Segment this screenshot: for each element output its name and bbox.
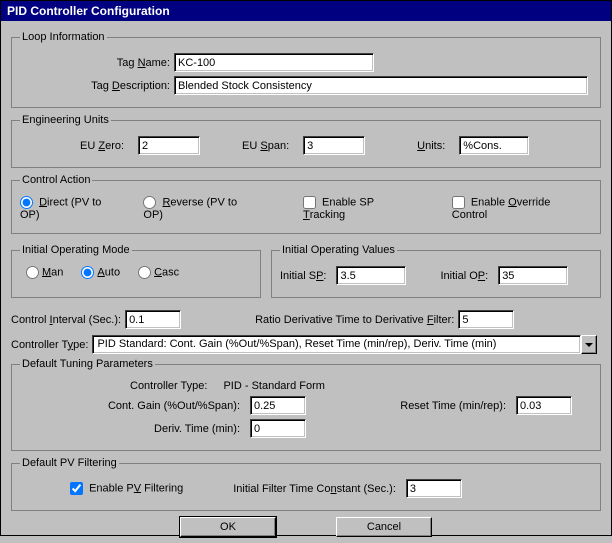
direct-radio[interactable] — [20, 196, 33, 209]
man-radio-label[interactable]: Man — [26, 266, 63, 279]
pv-filtering-legend: Default PV Filtering — [20, 457, 119, 469]
initial-mode-group: Initial Operating Mode Man Auto Casc — [11, 244, 261, 298]
ratio-filter-label: Ratio Derivative Time to Derivative Filt… — [255, 314, 454, 326]
initial-sp-label: Initial SP: — [280, 270, 326, 282]
tuning-ctype-label: Controller Type: — [130, 380, 207, 392]
ok-button[interactable]: OK — [180, 517, 276, 537]
cancel-button[interactable]: Cancel — [336, 517, 432, 537]
sp-tracking-checkbox[interactable] — [303, 196, 316, 209]
deriv-time-input[interactable] — [250, 419, 306, 438]
loop-information-group: Loop Information Tag Name: Tag Descripti… — [11, 31, 601, 108]
filter-tc-input[interactable] — [406, 479, 462, 498]
cont-gain-input[interactable] — [250, 396, 306, 415]
client-area: Loop Information Tag Name: Tag Descripti… — [1, 21, 611, 543]
enable-pv-filtering-label[interactable]: Enable PV Filtering — [70, 482, 183, 495]
initial-sp-input[interactable] — [336, 266, 406, 285]
tuning-parameters-legend: Default Tuning Parameters — [20, 358, 155, 370]
eu-units-label: Units: — [417, 140, 445, 152]
filter-tc-label: Initial Filter Time Constant (Sec.): — [233, 483, 396, 495]
eu-zero-label: EU Zero: — [80, 140, 124, 152]
tag-description-input[interactable] — [174, 76, 588, 95]
control-action-legend: Control Action — [20, 174, 92, 186]
man-radio[interactable] — [26, 266, 39, 279]
auto-radio-label[interactable]: Auto — [81, 266, 120, 279]
sp-tracking-checkbox-label[interactable]: Enable SP Tracking — [303, 196, 418, 221]
chevron-down-icon — [585, 343, 593, 347]
initial-op-label: Initial OP: — [440, 270, 488, 282]
override-control-checkbox[interactable] — [452, 196, 465, 209]
cont-gain-label: Cont. Gain (%Out/%Span): — [20, 400, 240, 412]
initial-values-group: Initial Operating Values Initial SP: Ini… — [271, 244, 601, 298]
pv-filtering-group: Default PV Filtering Enable PV Filtering… — [11, 457, 601, 511]
engineering-units-legend: Engineering Units — [20, 114, 111, 126]
control-interval-label: Control Interval (Sec.): — [11, 314, 121, 326]
control-action-group: Control Action Direct (PV to OP) Reverse… — [11, 174, 601, 234]
eu-span-input[interactable] — [303, 136, 365, 155]
auto-radio[interactable] — [81, 266, 94, 279]
reverse-radio[interactable] — [143, 196, 156, 209]
pid-config-window: PID Controller Configuration Loop Inform… — [0, 0, 612, 536]
tuning-ctype-value: PID - Standard Form — [223, 380, 324, 392]
direct-radio-label[interactable]: Direct (PV to OP) — [20, 196, 123, 221]
tag-description-label: Tag Description: — [20, 80, 170, 92]
tuning-parameters-group: Default Tuning Parameters Controller Typ… — [11, 358, 601, 451]
loop-information-legend: Loop Information — [20, 31, 107, 43]
eu-span-label: EU Span: — [242, 140, 289, 152]
override-control-checkbox-label[interactable]: Enable Override Control — [452, 196, 588, 221]
reverse-radio-label[interactable]: Reverse (PV to OP) — [143, 196, 259, 221]
initial-values-legend: Initial Operating Values — [280, 244, 397, 256]
reset-time-input[interactable] — [516, 396, 572, 415]
controller-type-dropdown-button[interactable] — [581, 335, 597, 354]
reset-time-label: Reset Time (min/rep): — [336, 400, 506, 412]
tag-name-label: Tag Name: — [20, 57, 170, 69]
enable-pv-filtering-checkbox[interactable] — [70, 482, 83, 495]
initial-op-input[interactable] — [498, 266, 568, 285]
tag-name-input[interactable] — [174, 53, 374, 72]
ratio-filter-input[interactable] — [458, 310, 514, 329]
controller-type-label: Controller Type: — [11, 339, 88, 351]
casc-radio-label[interactable]: Casc — [138, 266, 179, 279]
eu-zero-input[interactable] — [138, 136, 200, 155]
initial-mode-legend: Initial Operating Mode — [20, 244, 132, 256]
window-title: PID Controller Configuration — [1, 1, 611, 21]
button-row: OK Cancel — [11, 517, 601, 537]
engineering-units-group: Engineering Units EU Zero: EU Span: Unit… — [11, 114, 601, 168]
deriv-time-label: Deriv. Time (min): — [20, 423, 240, 435]
control-interval-input[interactable] — [125, 310, 181, 329]
controller-type-select[interactable]: PID Standard: Cont. Gain (%Out/%Span), R… — [92, 335, 597, 354]
eu-units-input[interactable] — [459, 136, 529, 155]
casc-radio[interactable] — [138, 266, 151, 279]
controller-type-value: PID Standard: Cont. Gain (%Out/%Span), R… — [92, 335, 581, 354]
